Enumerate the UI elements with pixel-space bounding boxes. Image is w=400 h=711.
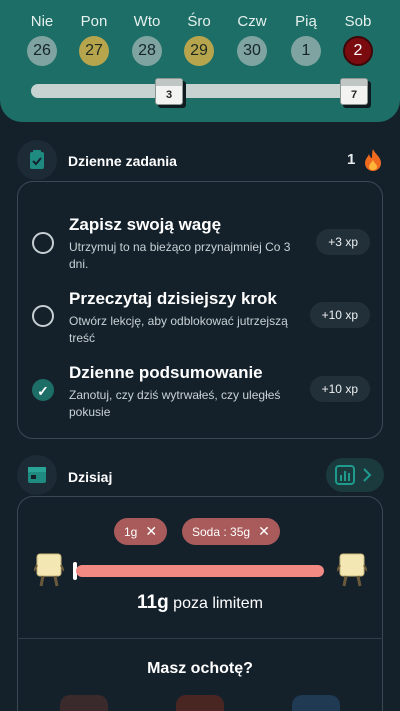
day-name: Wto [133, 13, 161, 30]
craving-option-icon[interactable] [292, 695, 340, 711]
day-name: Pon [80, 13, 108, 30]
task-description: Zanotuj, czy dziś wytrwałeś, czy uległeś… [69, 388, 281, 419]
task-checkbox-checked[interactable]: ✓ [32, 379, 54, 401]
day-number: 30 [237, 36, 267, 66]
daily-tasks-card: Zapisz swoją wagę Utrzymuj to na bieżąco… [17, 181, 383, 439]
day-number: 28 [132, 36, 162, 66]
sugar-cube-icon [34, 553, 64, 587]
day-fri[interactable]: Pią 1 [280, 0, 332, 66]
xp-badge: +3 xp [316, 229, 370, 255]
limit-value: 11g [137, 592, 169, 613]
day-wed[interactable]: Śro 29 [173, 0, 225, 66]
bar-chart-icon [335, 465, 355, 485]
day-name: Sob [344, 13, 372, 30]
clipboard-check-icon [17, 140, 57, 180]
task-title: Dzienne podsumowanie [69, 363, 263, 382]
limit-suffix: poza limitem [173, 595, 263, 612]
task-description: Utrzymuj to na bieżąco przynajmniej Co 3… [69, 240, 291, 271]
task-item[interactable]: Przeczytaj dzisiejszy krok Otwórz lekcję… [18, 270, 384, 345]
day-name: Śro [187, 13, 211, 30]
xp-badge: +10 xp [309, 376, 370, 402]
day-sat[interactable]: Sob 2 [332, 0, 384, 66]
craving-option-icon[interactable] [60, 695, 108, 711]
intake-chip[interactable]: Soda : 35g ✕ [182, 518, 280, 545]
task-title: Zapisz swoją wagę [69, 215, 222, 234]
streak-count: 1 [347, 151, 356, 168]
sugar-limit-bar [76, 565, 324, 577]
week-header: Nie 26 Pon 27 Wto 28 Śro 29 Czw 30 Pią 1… [0, 0, 400, 122]
daily-tasks-title: Dzienne zadania [68, 153, 177, 169]
divider [17, 638, 383, 639]
intake-chip[interactable]: 1g ✕ [114, 518, 168, 545]
milestone-label: 7 [350, 89, 358, 101]
close-icon[interactable]: ✕ [145, 523, 157, 539]
task-checkbox[interactable] [32, 232, 54, 254]
day-number: 27 [79, 36, 109, 66]
streak-progress-track [31, 84, 371, 98]
day-name: Czw [237, 13, 267, 30]
milestone-calendar-icon: 7 [340, 78, 368, 105]
flame-icon [363, 148, 383, 177]
chip-label: 1g [124, 525, 138, 539]
day-number: 29 [184, 36, 214, 66]
sugar-cube-icon [337, 553, 367, 587]
day-number: 26 [27, 36, 57, 66]
task-item[interactable]: ✓ Dzienne podsumowanie Zanotuj, czy dziś… [18, 344, 384, 434]
task-title: Przeczytaj dzisiejszy krok [69, 289, 277, 308]
calendar-icon [17, 455, 57, 495]
day-name: Pią [295, 13, 317, 30]
milestone-label: 3 [165, 89, 173, 101]
task-description: Otwórz lekcję, aby odblokować jutrzejszą… [69, 314, 288, 345]
day-name: Nie [30, 13, 54, 30]
stats-button[interactable] [326, 458, 384, 492]
task-checkbox[interactable] [32, 305, 54, 327]
close-icon[interactable]: ✕ [258, 523, 270, 539]
day-thu[interactable]: Czw 30 [226, 0, 278, 66]
chevron-right-icon [363, 468, 372, 482]
task-item[interactable]: Zapisz swoją wagę Utrzymuj to na bieżąco… [18, 182, 384, 271]
day-sun[interactable]: Nie 26 [16, 0, 68, 66]
craving-option-icon[interactable] [176, 695, 224, 711]
day-mon[interactable]: Pon 27 [68, 0, 120, 66]
day-tue[interactable]: Wto 28 [121, 0, 173, 66]
xp-badge: +10 xp [309, 302, 370, 328]
limit-summary: 11g poza limitem [0, 592, 400, 614]
day-number: 1 [291, 36, 321, 66]
today-title: Dzisiaj [68, 469, 113, 485]
craving-question: Masz ochotę? [147, 660, 253, 677]
milestone-calendar-icon: 3 [155, 78, 183, 105]
day-number: 2 [343, 36, 373, 66]
chip-label: Soda : 35g [192, 525, 251, 539]
